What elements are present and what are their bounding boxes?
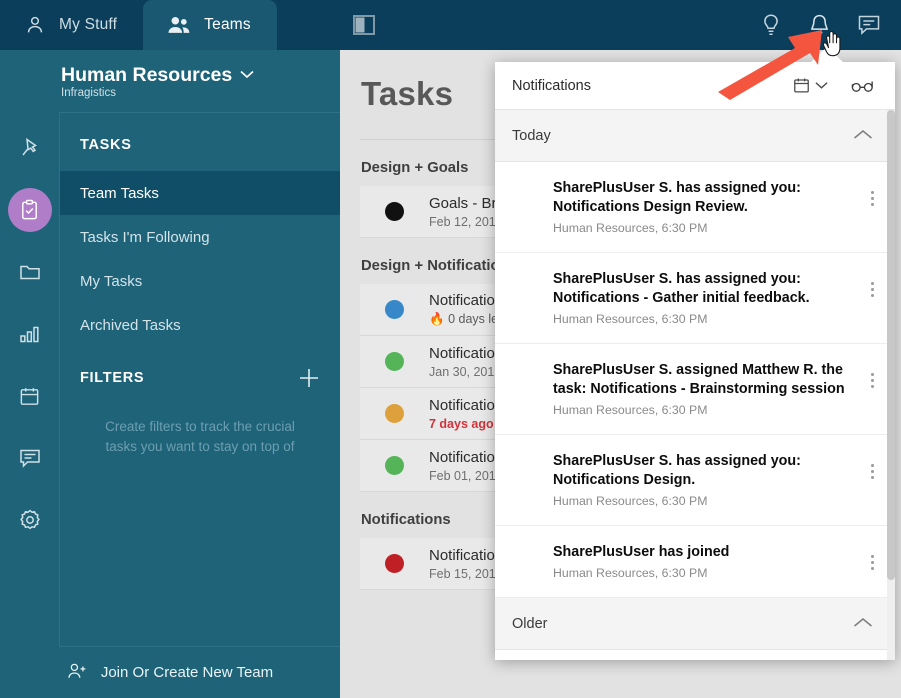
fire-icon: 🔥 — [429, 312, 445, 326]
mark-read-glasses-icon[interactable] — [850, 79, 875, 93]
team-name-dropdown[interactable]: Human Resources — [61, 64, 254, 86]
sidebar-item-label: My Tasks — [80, 272, 143, 290]
chevron-up-icon — [853, 615, 873, 633]
filters-title: FILTERS — [80, 370, 145, 386]
notification-list: SharePlusUser S. has assigned you: Notif… — [495, 162, 895, 598]
sidebar-item-team-tasks[interactable]: Team Tasks — [60, 171, 340, 215]
tab-strip: My Stuff Teams — [0, 0, 277, 50]
bar-chart-icon[interactable] — [8, 312, 52, 356]
task-color-dot — [385, 554, 404, 573]
notification-group-label: Today — [512, 127, 551, 144]
icon-rail — [0, 50, 59, 698]
chat-bubble-icon[interactable] — [8, 436, 52, 480]
split-panel-icon[interactable] — [353, 15, 375, 35]
calendar-icon[interactable] — [8, 374, 52, 418]
more-options-icon[interactable] — [867, 549, 878, 576]
task-color-dot — [385, 404, 404, 423]
tab-teams[interactable]: Teams — [143, 0, 277, 50]
chevron-down-icon — [240, 70, 254, 79]
filters-empty-text: Create filters to track the crucial task… — [105, 419, 295, 454]
folder-icon[interactable] — [8, 250, 52, 294]
tab-my-stuff[interactable]: My Stuff — [0, 0, 143, 50]
pin-icon[interactable] — [8, 126, 52, 170]
task-color-dot — [385, 456, 404, 475]
top-bar: My Stuff Teams — [0, 0, 901, 50]
notification-title: SharePlusUser S. has assigned you: Notif… — [553, 271, 810, 306]
notification-title: SharePlusUser has joined — [553, 544, 730, 560]
notification-group-label: Older — [512, 615, 548, 632]
bell-icon[interactable] — [808, 13, 831, 37]
notification-group-today[interactable]: Today — [495, 110, 895, 162]
plus-icon[interactable] — [298, 367, 320, 389]
more-options-icon[interactable] — [867, 458, 878, 485]
notification-title: SharePlusUser S. has assigned you: Notif… — [553, 453, 801, 488]
notification-subtitle: Human Resources, 6:30 PM — [553, 494, 708, 508]
notification-title: SharePlusUser S. assigned Matthew R. the… — [553, 362, 845, 397]
list-item[interactable]: SharePlusUser S. has assigned you: Notif… — [495, 162, 895, 253]
add-person-icon — [67, 662, 89, 684]
task-color-dot — [385, 300, 404, 319]
sidebar-item-label: Tasks I'm Following — [80, 228, 210, 246]
notification-subtitle: Human Resources, 6:30 PM — [553, 566, 708, 580]
team-name-label: Human Resources — [61, 63, 233, 86]
sidebar-item-label: Archived Tasks — [80, 316, 181, 334]
sidebar-item-archived-tasks[interactable]: Archived Tasks — [60, 303, 340, 347]
sidebar-nav: TASKS Team Tasks Tasks I'm Following My … — [59, 112, 340, 646]
tab-my-stuff-label: My Stuff — [59, 16, 118, 33]
notifications-panel: Notifications Today SharePlusUser S. has… — [495, 62, 895, 660]
filters-header: FILTERS — [60, 347, 340, 389]
header-icon-group — [760, 0, 893, 50]
notification-subtitle: Human Resources, 6:30 PM — [553, 403, 708, 417]
notification-subtitle: Human Resources, 6:30 PM — [553, 312, 708, 326]
calendar-filter-icon[interactable] — [792, 76, 828, 95]
people-icon — [167, 14, 191, 36]
team-meta: Human Resources Infragistics — [61, 64, 254, 99]
notification-title: SharePlusUser S. has assigned you: Notif… — [553, 180, 801, 215]
more-options-icon[interactable] — [867, 276, 878, 303]
team-subtitle: Infragistics — [61, 86, 116, 99]
chat-icon[interactable] — [857, 14, 881, 36]
list-item[interactable]: SharePlusUser S. assigned Matthew R. the… — [495, 344, 895, 435]
sidebar-item-my-tasks[interactable]: My Tasks — [60, 259, 340, 303]
list-item[interactable]: SharePlusUser S. has assigned you: Notif… — [495, 253, 895, 344]
join-create-team-label: Join Or Create New Team — [100, 664, 274, 681]
person-icon — [24, 14, 46, 36]
chevron-up-icon — [853, 127, 873, 145]
clipboard-check-icon[interactable] — [7, 188, 52, 232]
tasks-section-title: TASKS — [80, 137, 132, 153]
more-options-icon[interactable] — [867, 367, 878, 394]
scrollbar[interactable] — [887, 110, 895, 660]
task-color-dot — [385, 352, 404, 371]
gear-icon[interactable] — [8, 498, 52, 542]
notifications-header: Notifications — [495, 62, 895, 110]
scrollbar-thumb[interactable] — [887, 110, 895, 580]
task-color-dot — [385, 202, 404, 221]
notifications-title: Notifications — [512, 77, 591, 94]
more-options-icon[interactable] — [867, 185, 878, 212]
lightbulb-icon[interactable] — [760, 13, 782, 37]
chevron-down-icon — [815, 82, 828, 89]
tab-teams-label: Teams — [204, 16, 251, 33]
list-item[interactable]: SharePlusUser has joined Human Resources… — [495, 526, 895, 598]
sidebar-item-label: Team Tasks — [80, 184, 159, 202]
app-root: My Stuff Teams Human Resources Infragist… — [0, 0, 901, 698]
list-item[interactable]: SharePlusUser S. has assigned you: Notif… — [495, 435, 895, 526]
notification-panel-caret — [810, 47, 844, 63]
notification-subtitle: Human Resources, 6:30 PM — [553, 221, 708, 235]
sidebar-item-tasks-following[interactable]: Tasks I'm Following — [60, 215, 340, 259]
notification-group-older[interactable]: Older — [495, 598, 895, 650]
